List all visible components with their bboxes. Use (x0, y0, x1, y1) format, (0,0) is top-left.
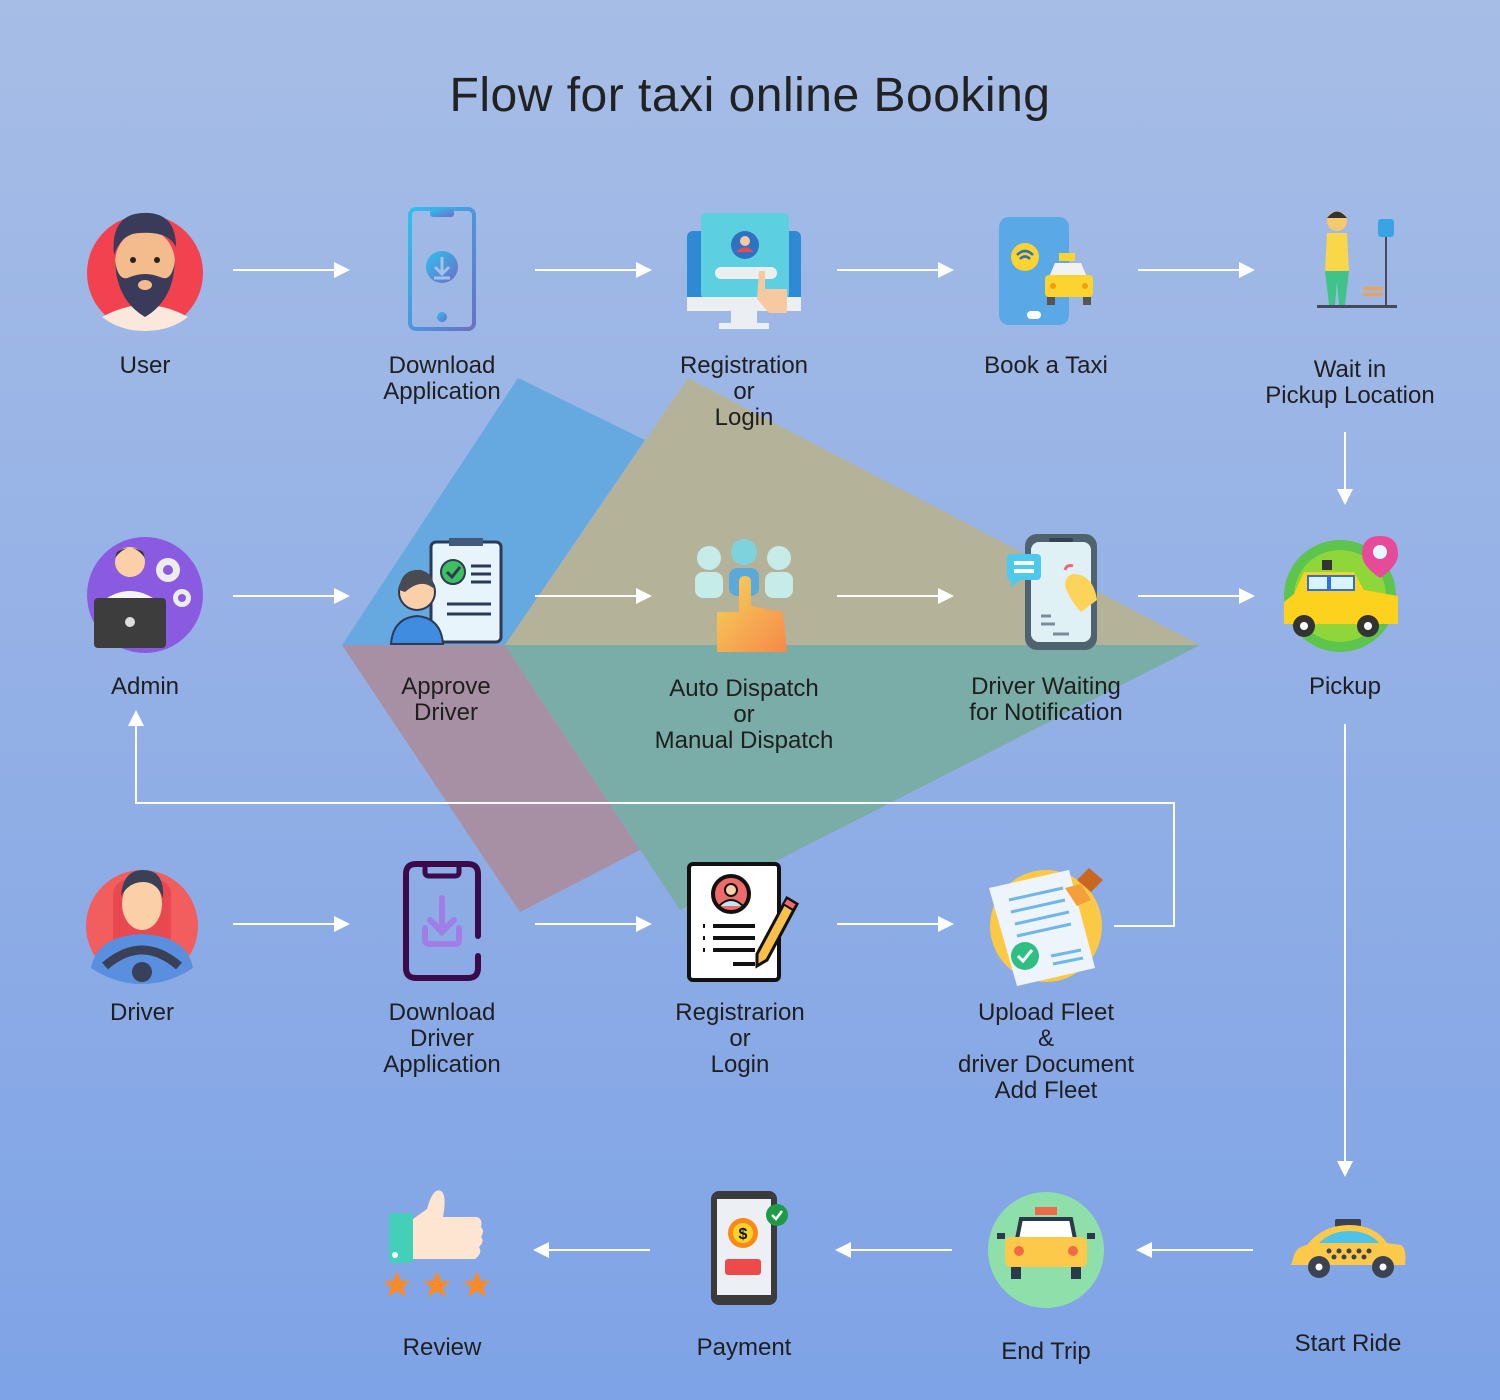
step-driver: Driver (22, 860, 262, 1026)
step-approve-driver: Approve Driver (326, 532, 566, 726)
step-label: User (119, 352, 171, 379)
step-label: Auto Dispatch or Manual Dispatch (654, 675, 834, 754)
step-label: Driver (110, 999, 174, 1026)
step-label: Review (402, 1334, 482, 1361)
step-label: Pickup (1308, 673, 1382, 700)
step-download-application: Download Application (322, 205, 562, 405)
document-pencil-icon (687, 862, 799, 982)
step-admin: Admin (25, 530, 265, 700)
step-book-a-taxi: Book a Taxi (926, 205, 1166, 379)
step-driver-waiting-for-notification: Driver Waiting for Notification (926, 530, 1166, 726)
driver-steering-wheel-icon (86, 870, 198, 984)
step-label: Approve Driver (401, 673, 491, 726)
step-start-ride: Start Ride (1228, 1185, 1468, 1357)
step-label: Download Application (383, 352, 501, 405)
step-label: Wait in Pickup Location (1265, 356, 1435, 409)
taxi-side-icon (1291, 1219, 1406, 1278)
page-title: Flow for taxi online Booking (449, 69, 1051, 122)
step-review: Review (322, 1185, 562, 1361)
phone-download-outline-icon (403, 861, 481, 981)
monitor-login-icon (687, 213, 801, 329)
taxi-location-pin-icon (1284, 536, 1398, 652)
thumbs-up-stars-icon (383, 1190, 491, 1297)
step-label: Driver Waiting for Notification (969, 673, 1123, 726)
clipboard-approve-icon (389, 538, 503, 645)
phone-notification-bell-icon (1007, 534, 1097, 650)
step-wait-in-pickup-location: Wait in Pickup Location (1230, 205, 1470, 409)
phone-payment-icon: $ (711, 1191, 788, 1305)
hand-select-people-icon (695, 539, 793, 652)
step-payment: $ Payment (624, 1185, 864, 1361)
step-download-driver-application: Download Driver Application (322, 860, 562, 1078)
step-label: Upload Fleet & driver Document Add Fleet (957, 999, 1135, 1104)
step-label: Payment (696, 1334, 792, 1361)
step-label: Admin (110, 673, 180, 700)
step-label: Download Driver Application (383, 999, 501, 1078)
step-upload-fleet-driver-document: Upload Fleet & driver Document Add Fleet (926, 860, 1166, 1104)
phone-download-icon (408, 207, 476, 331)
step-end-trip: End Trip (926, 1185, 1166, 1365)
stamped-document-icon (989, 868, 1103, 986)
step-label: Registration or Login (679, 352, 809, 431)
bus-stop-person-icon (1317, 211, 1397, 308)
phone-taxi-icon (999, 217, 1093, 325)
step-user: User (25, 205, 265, 379)
step-label: Book a Taxi (984, 352, 1108, 379)
bearded-man-avatar-icon (87, 212, 203, 331)
step-pickup: Pickup (1225, 530, 1465, 700)
step-registration-or-login: Registration or Login (624, 205, 864, 431)
svg-text:$: $ (739, 1226, 748, 1243)
step-label: Registrarion or Login (675, 999, 805, 1078)
step-label: Start Ride (1294, 1330, 1402, 1357)
step-driver-registration-or-login: Registrarion or Login (620, 860, 860, 1078)
taxi-front-icon (988, 1192, 1104, 1308)
step-auto-or-manual-dispatch: Auto Dispatch or Manual Dispatch (624, 532, 864, 754)
admin-laptop-gears-icon (87, 537, 203, 653)
step-label: End Trip (1001, 1338, 1091, 1365)
